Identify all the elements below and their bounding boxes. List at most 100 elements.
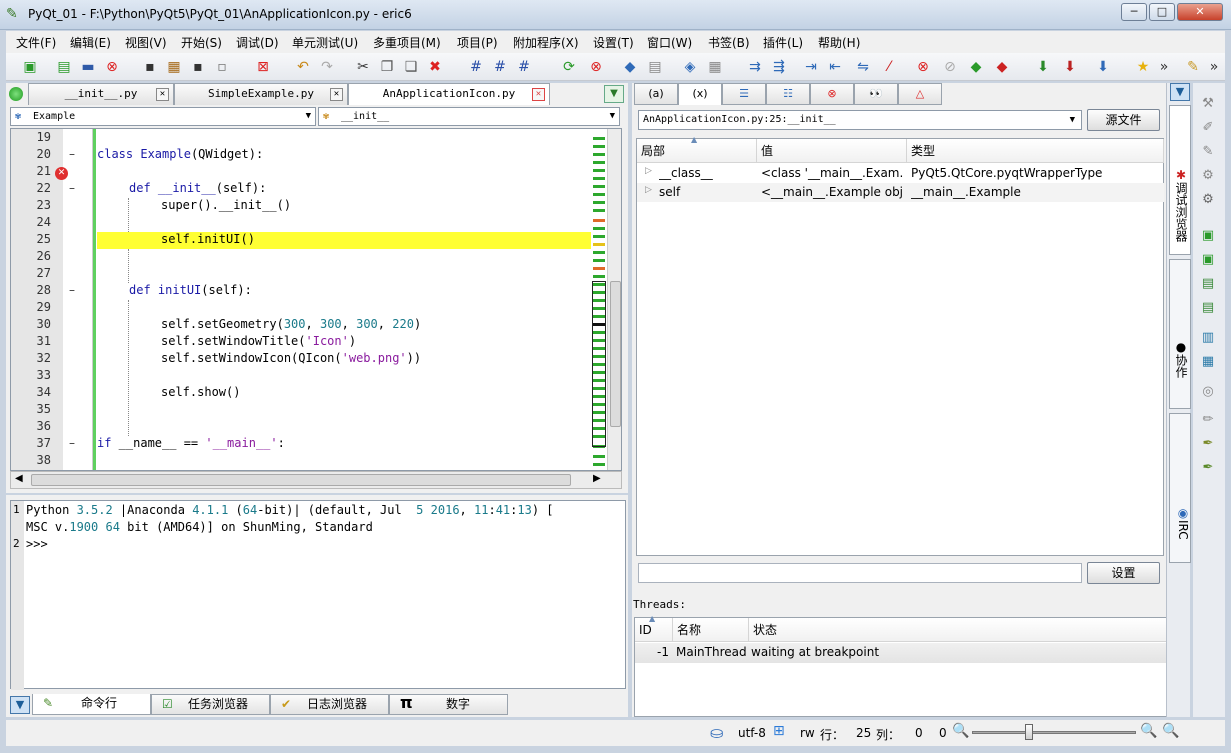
breakpoint-icon[interactable]: ✕	[55, 167, 68, 180]
tab-debug-viewer[interactable]: ✱调试浏览器	[1169, 105, 1191, 255]
menu-view[interactable]: 视图(V)	[125, 34, 167, 51]
toggle-comment-icon[interactable]: #	[514, 57, 534, 77]
delete-icon[interactable]: ✖	[425, 57, 445, 77]
step-quit-icon[interactable]: ⇋	[853, 57, 873, 77]
comment-icon[interactable]: #	[466, 57, 486, 77]
tab-local-variables[interactable]: (x)	[678, 83, 722, 105]
step-over-icon[interactable]: ⇥	[801, 57, 821, 77]
table-row[interactable]: -1 MainThread waiting at breakpoint	[635, 643, 1168, 663]
menu-help[interactable]: 帮助(H)	[818, 34, 860, 51]
toolbar-more-icon[interactable]: »	[1204, 57, 1224, 77]
reload-icon[interactable]: ⟳	[559, 57, 579, 77]
open-icon[interactable]: ▬	[78, 57, 98, 77]
zoom-reset-icon[interactable]: 🔍	[1162, 723, 1179, 739]
new-file-icon[interactable]: ▤	[54, 57, 74, 77]
menu-settings[interactable]: 设置(T)	[593, 34, 634, 51]
zoom-out-icon[interactable]: 🔍	[952, 723, 969, 739]
expand-arrow-icon[interactable]: ▷	[645, 166, 652, 176]
step-icon[interactable]: ⇶	[769, 57, 789, 77]
class-combo[interactable]: ✾ Example ▼	[10, 107, 316, 126]
tab-global-variables[interactable]: (a)	[634, 83, 678, 105]
qt-assistant-icon[interactable]: ▤	[1199, 275, 1217, 293]
stop-icon[interactable]: ⊗	[586, 57, 606, 77]
gear-icon[interactable]: ⚙	[1199, 191, 1217, 209]
close-tab-icon[interactable]: ✕	[532, 88, 545, 101]
tab-irc[interactable]: ◉IRC	[1169, 413, 1191, 563]
menu-window[interactable]: 窗口(W)	[647, 34, 692, 51]
paste-icon[interactable]: ❏	[401, 57, 421, 77]
fold-toggle-icon[interactable]: –	[69, 147, 75, 161]
undo-icon[interactable]: ↶	[293, 57, 313, 77]
variables-table[interactable]: 局部 值 类型 ▲ ▷ __class__ <class '__main__.E…	[636, 135, 1164, 556]
snapshot-icon[interactable]: ✒	[1199, 435, 1217, 453]
tab-call-trace[interactable]: ☷	[766, 83, 810, 105]
fold-toggle-icon[interactable]: –	[69, 181, 75, 195]
close-file-icon[interactable]: ⊠	[253, 57, 273, 77]
tab-init-py[interactable]: __init__.py ✕	[28, 83, 174, 105]
close-button[interactable]: ✕	[1177, 3, 1223, 21]
draw-icon[interactable]: ✐	[1199, 119, 1217, 137]
sql-icon[interactable]: ▦	[1199, 353, 1217, 371]
python-shell[interactable]: 1 2 Python 3.5.2 |Anaconda 4.1.1 (64-bit…	[10, 500, 626, 690]
cut-icon[interactable]: ✂	[353, 57, 373, 77]
tab-list-dropdown-icon[interactable]: ▼	[604, 85, 624, 103]
bookmark-star-icon[interactable]: ★	[1133, 57, 1153, 77]
zoom-slider-handle[interactable]	[1025, 724, 1033, 740]
code-metrics-icon[interactable]: ▤	[645, 57, 665, 77]
next-warning-icon[interactable]: ⬇	[1093, 57, 1113, 77]
new-project-icon[interactable]: ▣	[20, 57, 40, 77]
tab-shell[interactable]: ✎ 命令行	[32, 694, 151, 715]
save-as-icon[interactable]: ▦	[164, 57, 184, 77]
qt-preview-icon[interactable]: ▤	[1199, 299, 1217, 317]
menu-multiproject[interactable]: 多重项目(M)	[373, 34, 441, 51]
scroll-right-icon[interactable]: ▶	[593, 473, 601, 484]
qt-designer-icon[interactable]: ▣	[1199, 227, 1217, 245]
toolbar-more-icon[interactable]: »	[1154, 57, 1174, 77]
run-to-cursor-icon[interactable]: ⁄	[879, 57, 899, 77]
next-breakpoint-icon[interactable]: ◆	[966, 57, 986, 77]
tab-watch-expressions[interactable]: 👀	[854, 83, 898, 105]
paint-icon[interactable]: ✎	[1199, 143, 1217, 161]
scroll-thumb[interactable]	[31, 474, 571, 486]
wrench-icon[interactable]: ⚒	[1199, 95, 1217, 113]
table-row[interactable]: ▷ self <__main__.Example obj... __main__…	[637, 183, 1164, 202]
close-project-icon[interactable]: ⊗	[102, 57, 122, 77]
change-overview-markers[interactable]	[592, 129, 607, 470]
threads-table[interactable]: ID 名称 状态 ▲ -1 MainThread waiting at brea…	[634, 614, 1168, 717]
database-icon[interactable]: ◎	[1199, 383, 1217, 401]
qt-linguist-icon[interactable]: ▣	[1199, 251, 1217, 269]
source-button[interactable]: 源文件	[1087, 109, 1160, 131]
next-task-icon[interactable]: ⬇	[1033, 57, 1053, 77]
profile-icon[interactable]: ◈	[680, 57, 700, 77]
menu-project[interactable]: 项目(P)	[457, 34, 498, 51]
stop-debug-icon[interactable]: ⊗	[913, 57, 933, 77]
zoom-in-icon[interactable]: 🔍	[1140, 723, 1157, 739]
configure-button[interactable]: 设置	[1087, 562, 1160, 584]
table-row[interactable]: ▷ __class__ <class '__main__.Exam... PyQ…	[637, 164, 1164, 183]
code-editor[interactable]: ✕ 19 20 21 22 23 24 25 26 27 28 29 30 31…	[10, 128, 622, 471]
menu-bookmarks[interactable]: 书签(B)	[708, 34, 750, 51]
fold-toggle-icon[interactable]: –	[69, 283, 75, 297]
editor-horizontal-scrollbar[interactable]: ◀ ▶	[10, 471, 622, 489]
save-all-icon[interactable]: ▫	[212, 57, 232, 77]
filter-funnel-icon[interactable]: ▼	[1170, 83, 1190, 101]
zoom-slider[interactable]	[972, 731, 1136, 734]
column-header-state[interactable]: 状态	[749, 618, 1168, 642]
close-tab-icon[interactable]: ✕	[330, 88, 343, 101]
menu-plugins[interactable]: 插件(L)	[763, 34, 803, 51]
column-header-name[interactable]: 名称	[673, 618, 749, 642]
fold-toggle-icon[interactable]: –	[69, 436, 75, 450]
coverage-icon[interactable]: ▦	[705, 57, 725, 77]
tab-simpleexample-py[interactable]: SimpleExample.py ✕	[174, 83, 348, 105]
editor-vertical-scrollbar[interactable]	[607, 129, 621, 470]
menu-file[interactable]: 文件(F)	[16, 34, 56, 51]
continue-icon[interactable]: ⇉	[745, 57, 765, 77]
close-tab-icon[interactable]: ✕	[156, 88, 169, 101]
tab-task-viewer[interactable]: ☑ 任务浏览器	[151, 694, 270, 715]
exception-icon[interactable]: ⊘	[940, 57, 960, 77]
save-icon[interactable]: ▪	[140, 57, 160, 77]
pyqt-icon[interactable]: ✒	[1199, 459, 1217, 477]
tab-call-stack[interactable]: ☰	[722, 83, 766, 105]
copy-icon[interactable]: ❐	[377, 57, 397, 77]
edit-pencil-icon[interactable]: ✎	[1183, 57, 1203, 77]
